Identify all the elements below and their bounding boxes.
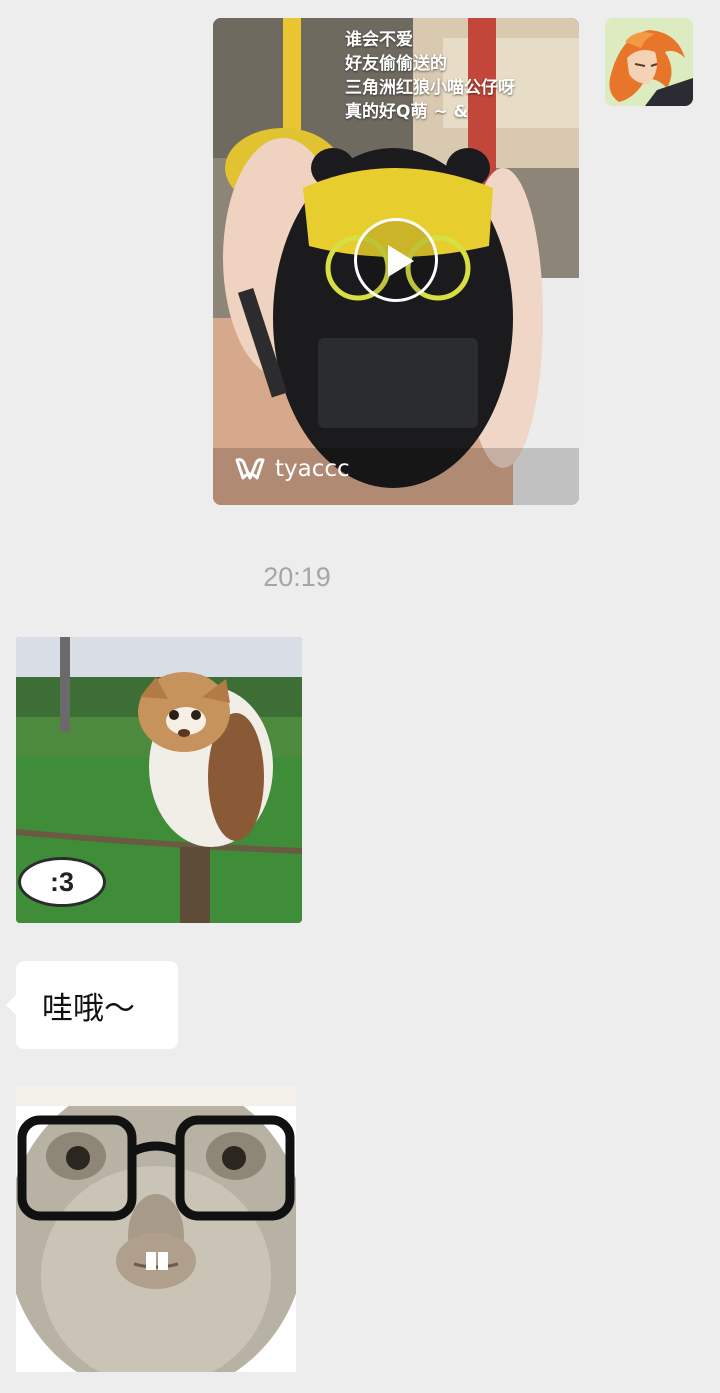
- message-timestamp: 20:19: [263, 562, 331, 592]
- monkey-sticker-image: [16, 1086, 296, 1372]
- watermark-logo-icon: [235, 458, 265, 480]
- monkey-sticker[interactable]: [16, 1086, 296, 1372]
- avatar[interactable]: [605, 18, 693, 106]
- message-text: 哇哦～: [42, 990, 135, 1027]
- caption-line: 谁会不爱: [345, 30, 413, 50]
- speech-bubble-label: :3: [18, 857, 106, 907]
- caption-line: 三角洲红狼小喵公仔呀: [345, 78, 515, 98]
- text-message-bubble[interactable]: 哇哦～: [16, 961, 178, 1049]
- avatar-image: [605, 18, 693, 106]
- caption-line: 好友偷偷送的: [345, 54, 447, 74]
- video-message-card[interactable]: 谁会不爱 好友偷偷送的 三角洲红狼小喵公仔呀 真的好Q萌 ~ & tyaccc: [213, 18, 579, 505]
- play-button[interactable]: [354, 218, 438, 302]
- play-icon: [388, 245, 414, 277]
- cat-sticker[interactable]: :3: [16, 637, 302, 923]
- video-caption: 谁会不爱 好友偷偷送的 三角洲红狼小喵公仔呀 真的好Q萌 ~ &: [345, 28, 575, 124]
- video-watermark: tyaccc: [235, 456, 350, 482]
- watermark-text: tyaccc: [275, 456, 350, 482]
- caption-line: 真的好Q萌 ~ &: [345, 102, 469, 122]
